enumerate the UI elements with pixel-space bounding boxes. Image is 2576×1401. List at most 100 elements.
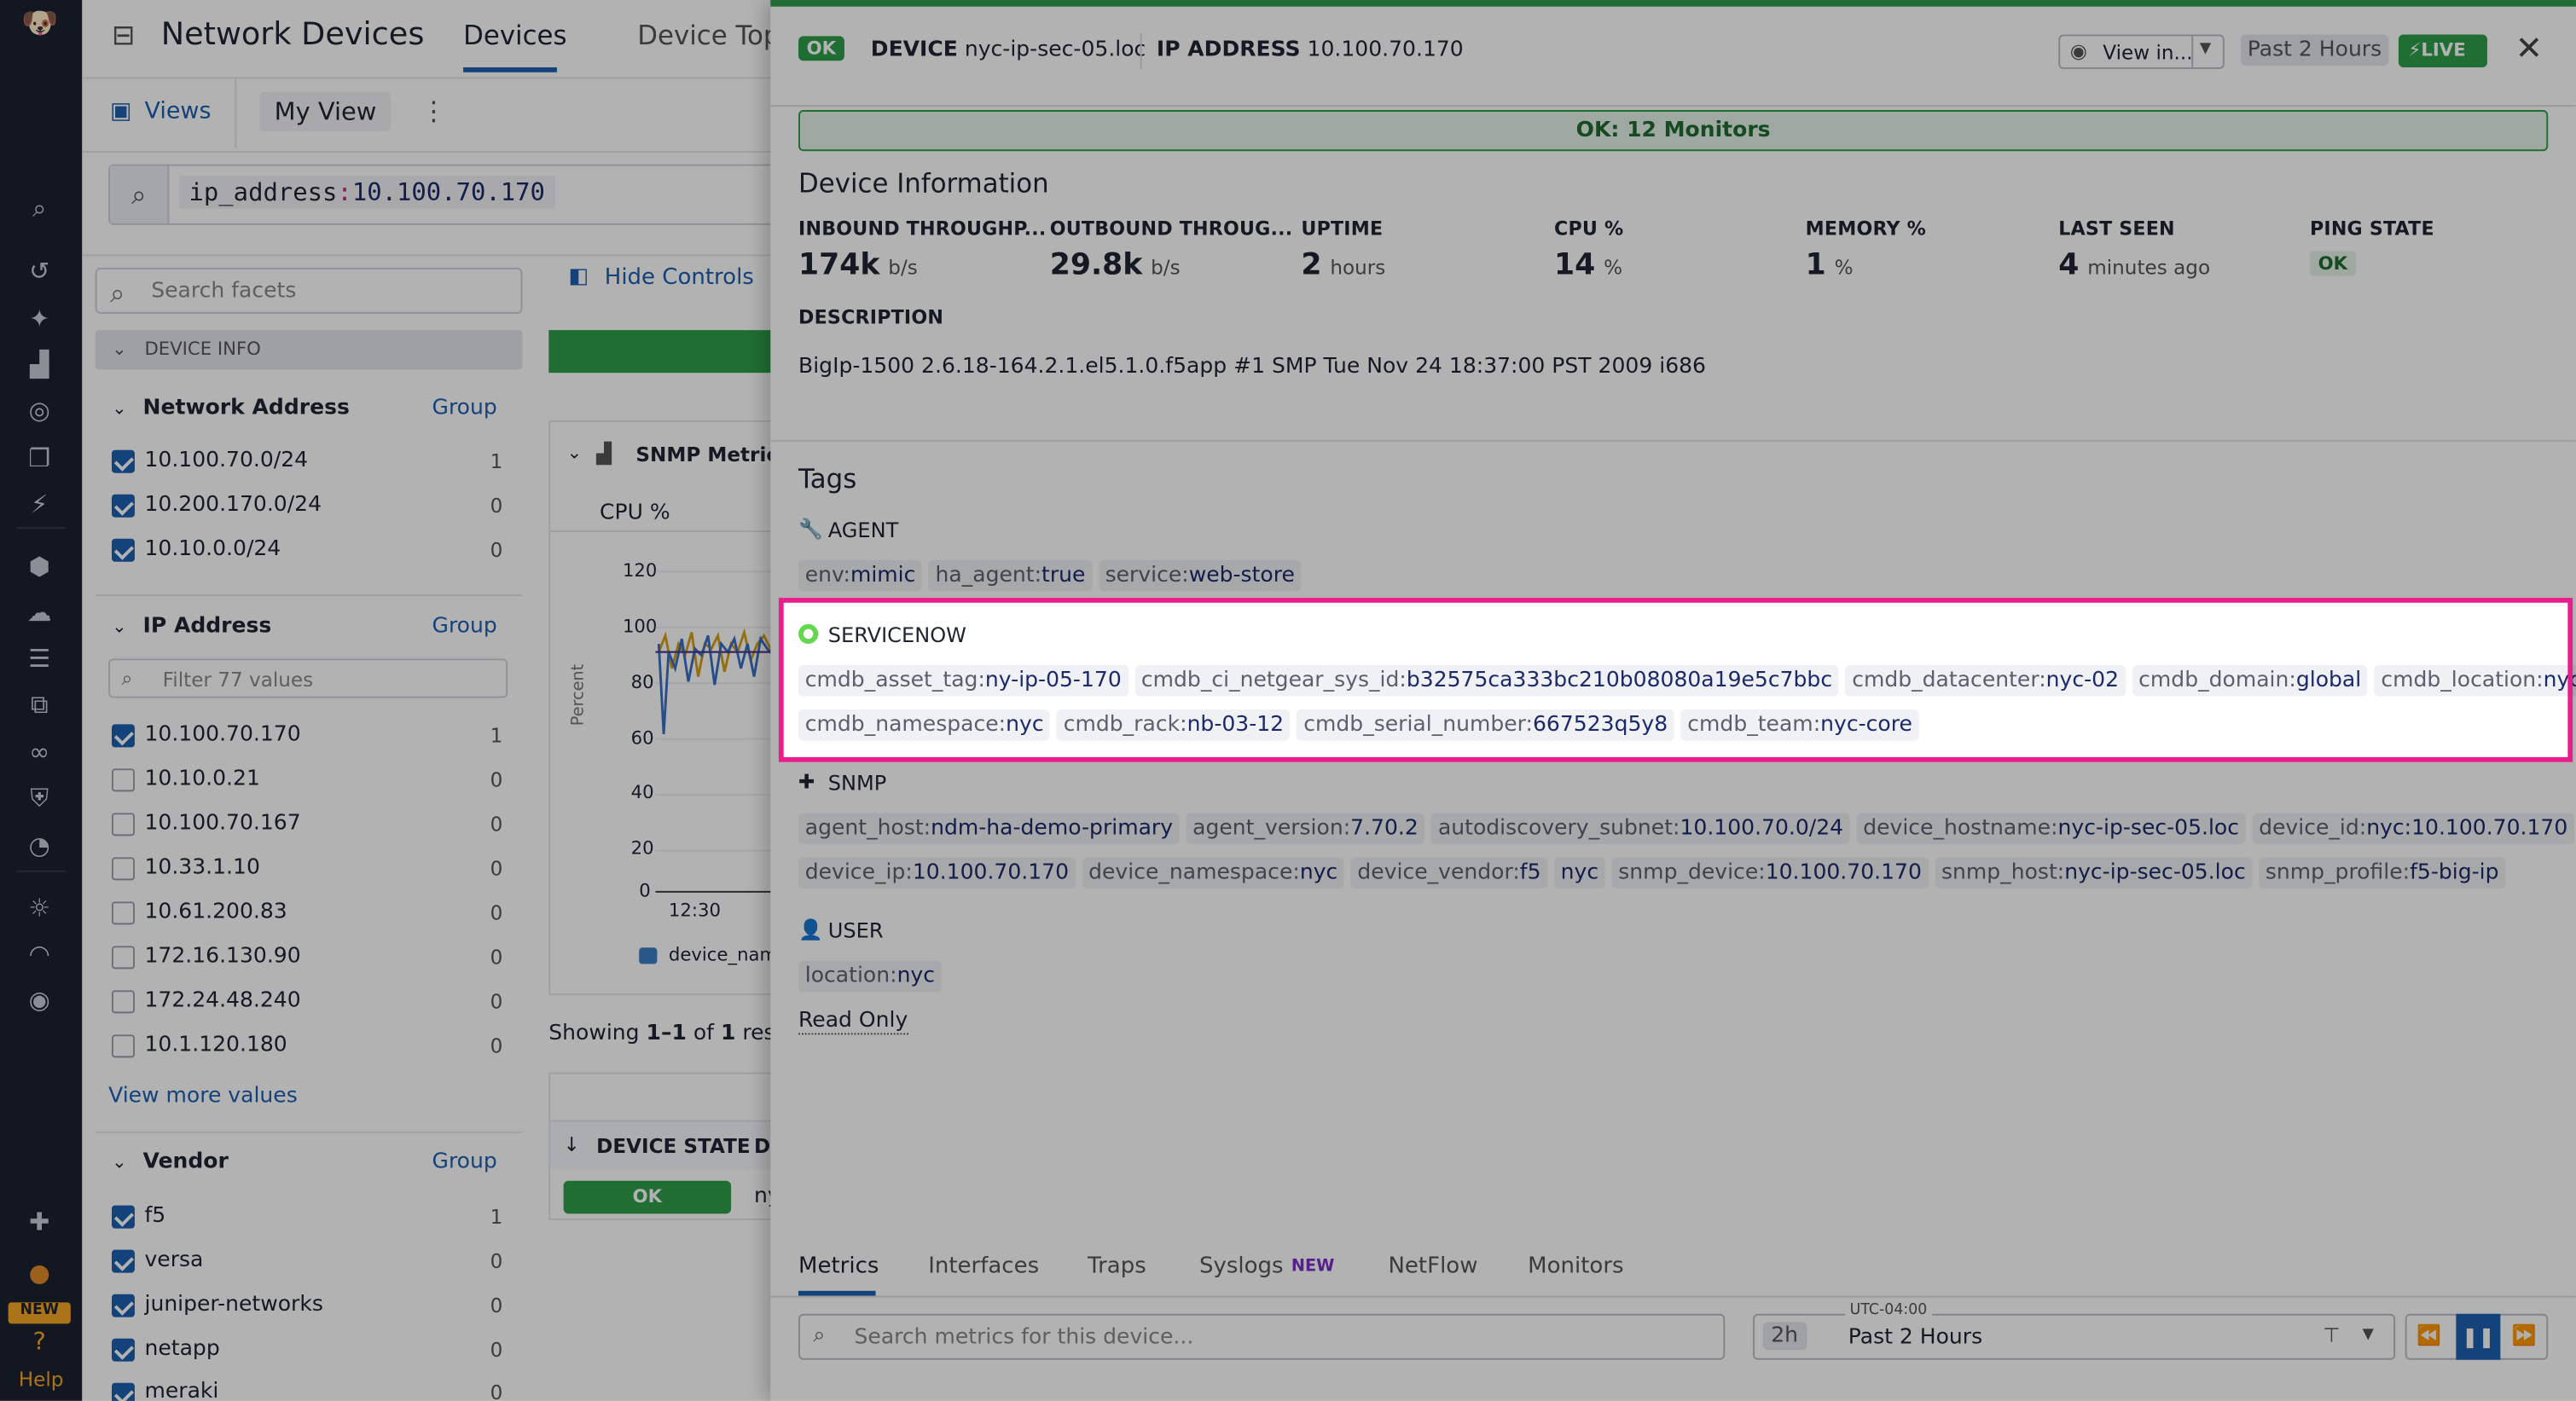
facet-label[interactable]: netapp [144, 1337, 219, 1362]
checkbox[interactable] [112, 768, 135, 791]
search-icon[interactable]: ⌕ [21, 194, 57, 223]
read-only-label[interactable]: Read Only [798, 1009, 908, 1035]
checkbox[interactable] [112, 1034, 135, 1057]
dashboards-icon[interactable]: ▟ [21, 350, 57, 379]
sort-arrow-icon[interactable]: ↓ [564, 1133, 580, 1156]
facet-label[interactable]: 172.24.48.240 [144, 988, 300, 1013]
time-picker[interactable]: UTC-04:00 2h Past 2 Hours ⊤ ▼ [1753, 1314, 2395, 1360]
tag[interactable]: cmdb_serial_number:667523q5y8 [1297, 709, 1674, 741]
tag[interactable]: device_ip:10.100.70.170 [798, 857, 1076, 889]
datadog-logo-icon[interactable]: 🐶 [21, 10, 57, 40]
checkbox[interactable] [112, 1339, 135, 1362]
facet-label[interactable]: meraki [144, 1380, 218, 1401]
checkbox[interactable] [112, 1250, 135, 1273]
fast-forward-icon[interactable]: ⏩ [2512, 1323, 2537, 1346]
checkbox[interactable] [112, 1294, 135, 1317]
pause-icon[interactable]: ❚❚ [2456, 1314, 2500, 1360]
pin-icon[interactable]: ⊤ [2323, 1323, 2340, 1346]
group-button[interactable]: Group [432, 614, 497, 639]
extensions-icon[interactable]: ✚ [21, 1207, 57, 1237]
hide-controls-button[interactable]: Hide Controls [605, 264, 754, 291]
checkbox[interactable] [112, 813, 135, 836]
live-button[interactable]: ⚡LIVE [2399, 34, 2487, 67]
checkbox[interactable] [112, 450, 135, 473]
checkbox[interactable] [112, 901, 135, 924]
tag[interactable]: cmdb_ci_netgear_sys_id:b32575ca333bc210b… [1134, 665, 1839, 697]
tag[interactable]: device_namespace:nyc [1082, 857, 1344, 889]
tag[interactable]: device_vendor:f5 [1351, 857, 1548, 889]
checkbox[interactable] [112, 990, 135, 1013]
avatar[interactable]: ● [21, 1258, 57, 1288]
tag[interactable]: device_hostname:nyc-ip-sec-05.loc [1857, 813, 2246, 844]
more-options-icon[interactable]: ⋮ [421, 96, 447, 127]
view-more-values-link[interactable]: View more values [108, 1084, 298, 1109]
facet-label[interactable]: 10.1.120.180 [144, 1033, 287, 1057]
view-in-dropdown[interactable]: ◉ View in... ▼ [2058, 34, 2225, 68]
events-icon[interactable]: ⚡ [21, 489, 57, 519]
tag[interactable]: snmp_profile:f5-big-ip [2259, 857, 2505, 889]
tag[interactable]: env:mimic [798, 560, 922, 592]
checkbox[interactable] [112, 539, 135, 562]
facet-label[interactable]: 10.10.0.21 [144, 767, 259, 791]
network-icon[interactable]: ∞ [21, 738, 57, 767]
chevron-down-icon[interactable]: ⌄ [112, 397, 127, 419]
tag[interactable]: cmdb_location:nyc-wall [2375, 665, 2576, 697]
facet-label[interactable]: versa [144, 1248, 203, 1273]
apm-icon[interactable]: ⧉ [21, 690, 57, 720]
monitors-status-banner[interactable]: OK: 12 Monitors [798, 110, 2548, 151]
ci-icon[interactable]: ◉ [21, 986, 57, 1016]
time-range-button[interactable]: Past 2 Hours [2241, 34, 2388, 66]
tab-interfaces[interactable]: Interfaces [928, 1253, 1039, 1280]
close-icon[interactable]: ✕ [2515, 28, 2543, 67]
tag[interactable]: agent_version:7.70.2 [1186, 813, 1424, 844]
tag[interactable]: cmdb_rack:nb-03-12 [1057, 709, 1291, 741]
my-view-button[interactable]: My View [259, 92, 391, 131]
tag[interactable]: snmp_device:10.100.70.170 [1612, 857, 1929, 889]
chevron-down-icon[interactable]: ⌄ [112, 1151, 127, 1172]
facet-label[interactable]: 10.61.200.83 [144, 900, 287, 924]
tag[interactable]: location:nyc [798, 961, 942, 993]
checkbox[interactable] [112, 724, 135, 747]
tag[interactable]: device_id:nyc:10.100.70.170 [2252, 813, 2574, 844]
column-device-state[interactable]: DEVICE STATE [596, 1135, 751, 1158]
sparkle-icon[interactable]: ✦ [21, 304, 57, 333]
tag[interactable]: nyc [1554, 857, 1605, 889]
tab-devices[interactable]: Devices [463, 20, 566, 51]
checkbox[interactable] [112, 1206, 135, 1229]
tab-syslogs[interactable]: Syslogs [1199, 1253, 1284, 1280]
cpu-line-chart[interactable] [655, 553, 780, 898]
rum-icon[interactable]: ◔ [21, 831, 57, 861]
help-icon[interactable]: ? [21, 1327, 57, 1357]
facet-label[interactable]: 10.10.0.0/24 [144, 537, 281, 562]
tag[interactable]: snmp_host:nyc-ip-sec-05.loc [1935, 857, 2252, 889]
watchdog-icon[interactable]: ◎ [21, 396, 57, 426]
tag[interactable]: agent_host:ndm-ha-demo-primary [798, 813, 1180, 844]
rewind-icon[interactable]: ⏪ [2416, 1323, 2441, 1346]
tab-traps[interactable]: Traps [1088, 1253, 1146, 1280]
tab-monitors[interactable]: Monitors [1528, 1253, 1623, 1280]
security-icon[interactable]: ⛨ [21, 784, 57, 813]
group-button[interactable]: Group [432, 396, 497, 420]
tag[interactable]: cmdb_asset_tag:ny-ip-05-170 [798, 665, 1128, 697]
tag[interactable]: autodiscovery_subnet:10.100.70.0/24 [1431, 813, 1850, 844]
tab-metrics[interactable]: Metrics [798, 1253, 879, 1280]
tab-netflow[interactable]: NetFlow [1388, 1253, 1477, 1280]
group-button[interactable]: Group [432, 1149, 497, 1174]
device-info-section[interactable]: ⌄ DEVICE INFO [96, 330, 523, 369]
facet-label[interactable]: juniper-networks [144, 1293, 322, 1317]
hide-controls-icon[interactable]: ◧ [568, 264, 589, 289]
chevron-down-icon[interactable]: ▼ [2363, 1327, 2374, 1343]
synthetics-icon[interactable]: ◠ [21, 940, 57, 970]
column-d[interactable]: D [754, 1135, 770, 1158]
checkbox[interactable] [112, 946, 135, 969]
checkbox[interactable] [112, 857, 135, 880]
tag[interactable]: cmdb_datacenter:nyc-02 [1845, 665, 2125, 697]
bug-icon[interactable]: ☼ [21, 894, 57, 923]
search-facets-input[interactable]: ⌕ Search facets [96, 268, 523, 314]
facet-label[interactable]: 10.100.70.0/24 [144, 449, 308, 473]
chevron-down-icon[interactable]: ⌄ [112, 616, 127, 637]
tag[interactable]: cmdb_team:nyc-core [1681, 709, 1919, 741]
checkbox[interactable] [112, 1383, 135, 1401]
metrics-search-input[interactable]: ⌕ Search metrics for this device... [798, 1314, 1725, 1360]
cloud-cost-icon[interactable]: ☁ [21, 598, 57, 628]
